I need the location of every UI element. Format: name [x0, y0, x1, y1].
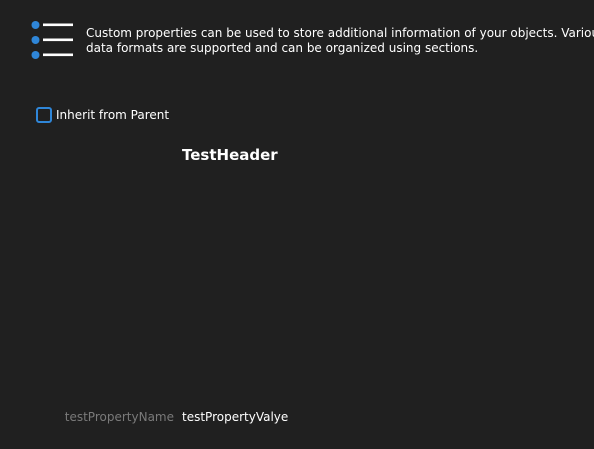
- property-name: testPropertyName: [64, 410, 174, 424]
- property-value[interactable]: testPropertyValye: [182, 410, 288, 425]
- inherit-from-parent-label: Inherit from Parent: [56, 107, 170, 122]
- inherit-from-parent-checkbox[interactable]: [36, 107, 52, 123]
- list-bullets-icon: [31, 21, 73, 59]
- section-header: TestHeader: [182, 146, 278, 164]
- property-row: testPropertyName testPropertyValye: [0, 410, 594, 426]
- inherit-from-parent-checkbox-row[interactable]: Inherit from Parent: [36, 107, 169, 123]
- panel-description: Custom properties can be used to store a…: [86, 26, 594, 55]
